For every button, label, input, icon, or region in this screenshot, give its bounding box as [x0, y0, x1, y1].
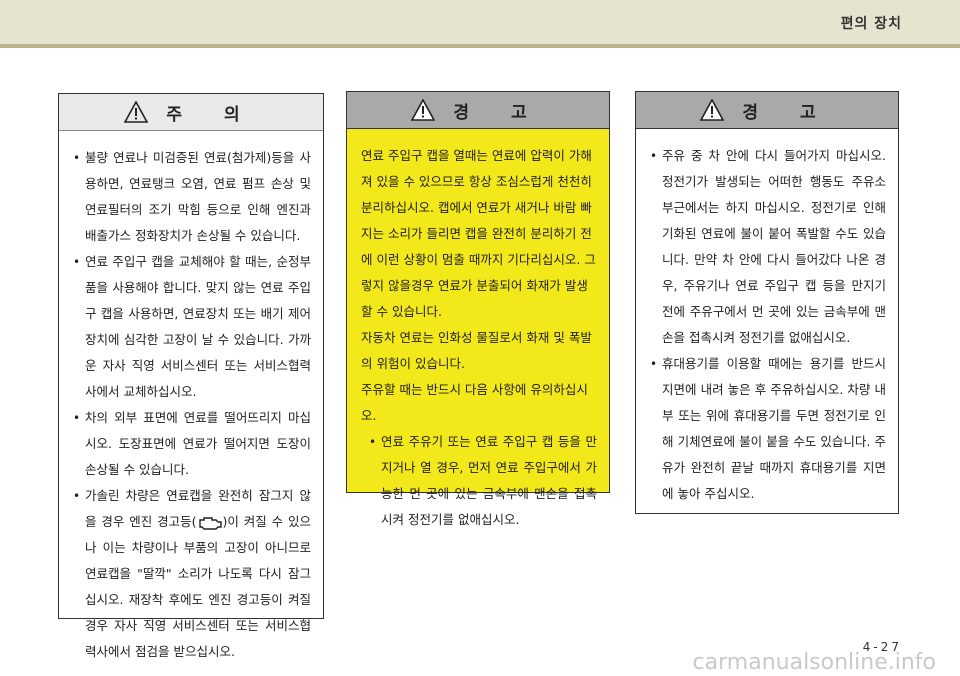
caution-item: 가솔린 차량은 연료캡을 완전히 잠그지 않을 경우 엔진 경고등( )이 켜질… — [71, 483, 311, 665]
warning-box-refueling: 경 고 주유 중 차 안에 다시 들어가지 마십시오. 정전기가 발생되는 어떠… — [635, 91, 899, 514]
header-band — [0, 0, 960, 44]
caution-item: 차의 외부 표면에 연료를 떨어뜨리지 마십시오. 도장표면에 연료가 떨어지면… — [71, 405, 311, 483]
engine-check-icon — [198, 516, 222, 530]
warning-triangle-icon — [700, 99, 725, 121]
warning-triangle-icon — [124, 101, 149, 123]
caution-box: 주 의 불량 연료나 미검증된 연료(첨가제)등을 사용하면, 연료탱크 오염,… — [58, 93, 324, 659]
warning-paragraph: 주유할 때는 반드시 다음 사항에 유의하십시오. — [361, 382, 588, 423]
warning-item: 주유 중 차 안에 다시 들어가지 마십시오. 정전기가 발생되는 어떠한 행동… — [648, 143, 886, 351]
warning-paragraph: 자동차 연료는 인화성 물질로서 화재 및 폭발의 위험이 있습니다. — [361, 330, 592, 371]
caution-title: 주 의 — [166, 104, 258, 125]
caution-item: 불량 연료나 미검증된 연료(첨가제)등을 사용하면, 연료탱크 오염, 연료 … — [71, 145, 311, 249]
warning-triangle-icon — [411, 99, 436, 121]
caution-header: 주 의 — [59, 94, 323, 131]
warning-header: 경 고 — [347, 92, 609, 129]
warning-item: 휴대용기를 이용할 때에는 용기를 반드시 지면에 내려 놓은 후 주유하십시오… — [648, 351, 886, 507]
warning-header: 경 고 — [636, 92, 898, 129]
caution-item: 연료 주입구 캡을 교체해야 할 때는, 순정부품을 사용해야 합니다. 맞지 … — [71, 249, 311, 405]
warning-title: 경 고 — [742, 102, 834, 123]
warning-paragraph: 연료 주입구 캡을 열때는 연료에 압력이 가해져 있을 수 있으므로 항상 조… — [361, 148, 596, 319]
warning-box-fuel-cap: 경 고 연료 주입구 캡을 열때는 연료에 압력이 가해져 있을 수 있으므로 … — [346, 91, 610, 527]
caution-item-text: )이 켜질 수 있으나 이는 차량이나 부품의 고장이 아니므로 연료캡을 "딸… — [85, 514, 311, 659]
section-title: 편의 장치 — [840, 16, 902, 32]
warning-item: 연료 주유기 또는 연료 주입구 캡 등을 만지거나 열 경우, 먼저 연료 주… — [367, 429, 597, 533]
header-rule — [0, 44, 960, 48]
warning-title: 경 고 — [453, 102, 545, 123]
watermark: carmanualsonline.info — [692, 650, 936, 675]
